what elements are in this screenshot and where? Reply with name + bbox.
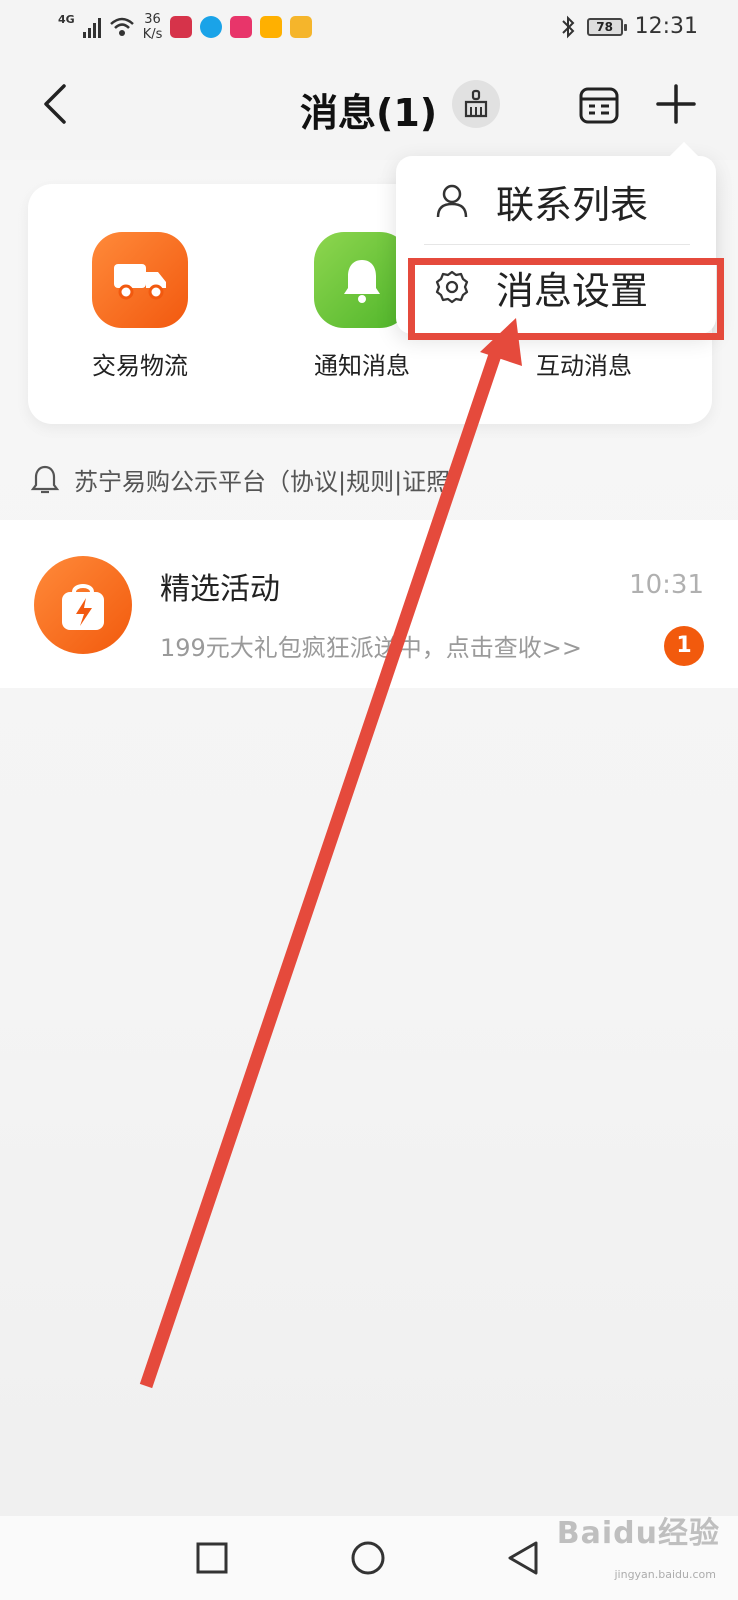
menu-item-label: 联系列表 bbox=[496, 182, 649, 227]
message-time: 10:31 bbox=[629, 570, 704, 600]
highlight-box bbox=[408, 258, 724, 340]
page-title: 消息(1) bbox=[300, 91, 438, 135]
category-label: 互动消息 bbox=[536, 352, 632, 380]
menu-item-contacts[interactable]: 联系列表 bbox=[396, 158, 716, 244]
chevron-left-icon[interactable] bbox=[36, 82, 76, 126]
watermark: Baidu经验 bbox=[556, 1516, 720, 1551]
plus-icon[interactable] bbox=[654, 82, 698, 126]
battery-level: 78 bbox=[596, 19, 613, 34]
battery-icon: 78 bbox=[586, 17, 627, 36]
app-notification-icon bbox=[260, 16, 283, 38]
circle-icon[interactable] bbox=[348, 1538, 388, 1578]
network-type: 4G bbox=[58, 12, 75, 26]
network-speed: 36 K/s bbox=[143, 12, 163, 42]
message-preview: 199元大礼包疯狂派送中，点击查收>> bbox=[160, 634, 583, 662]
watermark-url: jingyan.baidu.com bbox=[614, 1568, 716, 1581]
list-item[interactable]: 精选活动 10:31 199元大礼包疯狂派送中，点击查收>> 1 bbox=[0, 520, 738, 688]
category-trade-logistics[interactable]: 交易物流 bbox=[50, 232, 230, 381]
wifi-icon bbox=[109, 17, 134, 36]
app-notification-icon bbox=[230, 16, 253, 38]
broom-icon[interactable] bbox=[452, 80, 500, 128]
triangle-back-icon[interactable] bbox=[504, 1538, 544, 1578]
person-icon bbox=[436, 184, 468, 218]
bluetooth-icon bbox=[561, 15, 575, 38]
category-label: 通知消息 bbox=[314, 352, 410, 380]
unread-badge: 1 bbox=[664, 626, 704, 666]
app-notification-icon bbox=[290, 16, 313, 38]
clock: 12:31 bbox=[634, 14, 698, 39]
signal-icon bbox=[82, 16, 101, 38]
app-notification-icon bbox=[200, 16, 223, 38]
shopping-bag-icon bbox=[34, 556, 132, 654]
bell-outline-icon bbox=[30, 465, 60, 493]
notice-text: 苏宁易购公示平台（协议|规则|证照） bbox=[74, 468, 475, 496]
square-icon[interactable] bbox=[192, 1538, 232, 1578]
speed-value: 36 bbox=[144, 12, 161, 27]
status-bar: 4G 36 K/s 78 12:31 bbox=[0, 0, 738, 60]
page-header: 消息(1) bbox=[0, 60, 738, 160]
message-title: 精选活动 bbox=[160, 572, 280, 607]
category-label: 交易物流 bbox=[92, 352, 188, 380]
status-left: 4G 36 K/s bbox=[58, 12, 313, 42]
notice-bar[interactable]: 苏宁易购公示平台（协议|规则|证照） bbox=[30, 462, 474, 497]
speed-unit: K/s bbox=[142, 27, 163, 42]
truck-icon bbox=[92, 232, 188, 328]
status-right: 78 12:31 bbox=[561, 14, 698, 39]
app-notification-icon bbox=[170, 16, 193, 38]
calendar-icon[interactable] bbox=[578, 84, 620, 126]
